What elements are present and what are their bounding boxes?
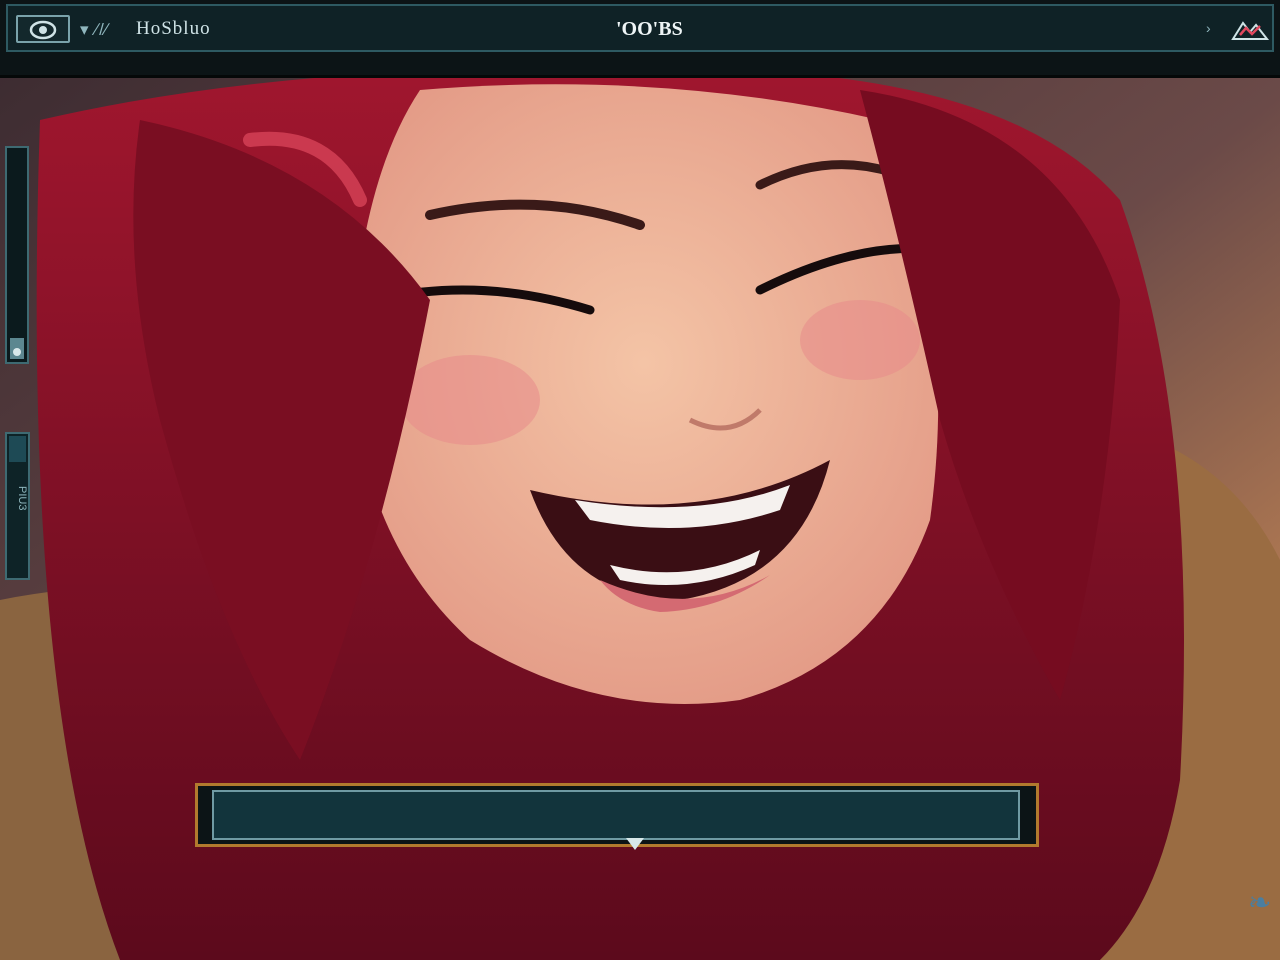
eye-icon xyxy=(29,20,57,40)
dialogue-advance-indicator[interactable] xyxy=(626,838,644,850)
dialogue-text-area xyxy=(212,790,1020,840)
chevron-right-icon[interactable]: › xyxy=(1206,20,1211,36)
side-panel-header xyxy=(9,436,26,462)
side-panel-label: PIU3 xyxy=(16,486,28,511)
side-gauge-knob[interactable] xyxy=(13,348,21,356)
side-gauge[interactable] xyxy=(5,146,29,364)
glyph-icon[interactable]: ❧ xyxy=(1248,886,1271,919)
side-status-panel[interactable]: PIU3 xyxy=(5,432,30,580)
dialogue-box[interactable] xyxy=(195,783,1039,847)
game-title: HoSbluo xyxy=(136,18,211,39)
top-hud-bar: ▾ ∕/∕ HoSbluo 'OO'BS › xyxy=(0,0,1280,78)
top-hud-frame: ▾ ∕/∕ HoSbluo 'OO'BS › xyxy=(6,4,1274,52)
menu-chevron-label[interactable]: ▾ ∕/∕ xyxy=(80,20,109,40)
game-scene: ▾ ∕/∕ HoSbluo 'OO'BS › PIU3 ❧ xyxy=(0,0,1280,960)
view-toggle-button[interactable] xyxy=(16,15,70,43)
mountain-logo-icon[interactable] xyxy=(1230,15,1270,43)
scene-title: 'OO'BS xyxy=(616,18,683,40)
